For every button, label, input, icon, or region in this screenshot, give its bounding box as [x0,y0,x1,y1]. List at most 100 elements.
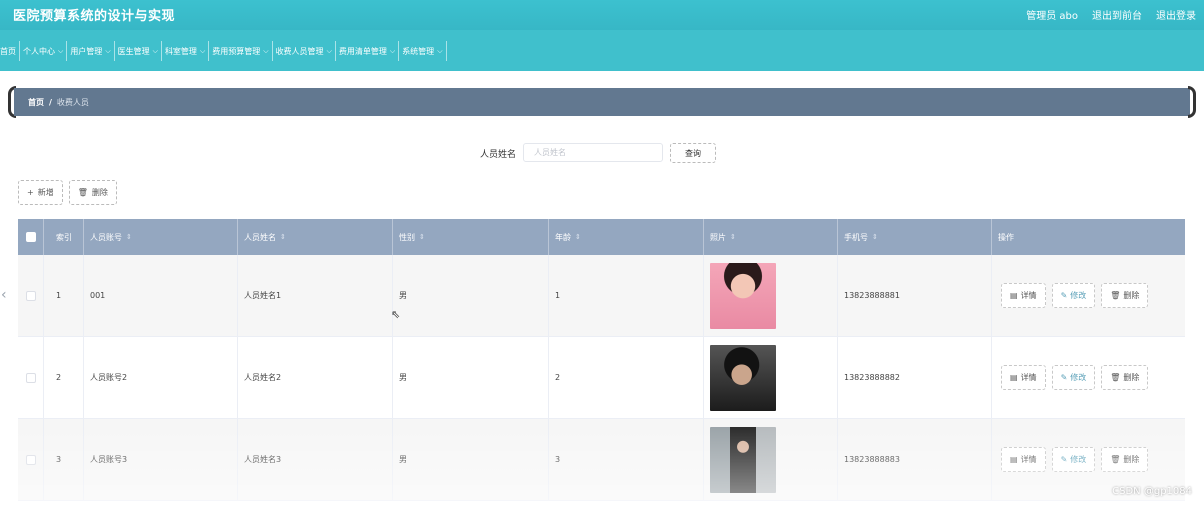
detail-button[interactable]: ▤ 详情 [1001,365,1046,390]
header-phone[interactable]: 手机号 ⇕ [838,219,992,255]
chevron-down-icon: ⌵ [326,46,332,55]
breadcrumb-home-link[interactable]: 首页 [28,97,44,108]
nav-item-budget-management[interactable]: 费用预算管理 ⌵ [209,41,273,61]
pencil-icon: ✎ [1060,373,1068,382]
chevron-down-icon: ⌵ [199,46,206,55]
nav-item-user-management[interactable]: 用户管理 ⌵ [67,41,115,61]
bulk-delete-label: 删除 [91,188,108,197]
query-button[interactable]: 查询 [670,143,716,163]
nav-item-department-management[interactable]: 科室管理 ⌵ [162,41,210,61]
nav-item-home[interactable]: 首页 [0,41,20,61]
app-title: 医院预算系统的设计与实现 [13,9,176,24]
edit-button[interactable]: ✎ 修改 [1051,365,1096,390]
cell-phone: 13823888881 [838,255,992,336]
header-sex[interactable]: 性别 ⇕ [393,219,549,255]
detail-label: 详情 [1020,455,1037,464]
header-age[interactable]: 年龄 ⇕ [549,219,704,255]
header-label: 人员姓名 [244,232,276,242]
trash-icon: 🗑 [1110,373,1121,382]
sort-icon[interactable]: ⇕ [575,233,581,241]
name-search-input[interactable] [523,143,663,162]
mouse-pointer-icon: ⇖ [391,308,401,321]
detail-button[interactable]: ▤ 详情 [1001,447,1046,472]
edit-label: 修改 [1070,373,1087,382]
chevron-left-icon[interactable]: ‹ [1,287,7,303]
chevron-down-icon: ⌵ [389,46,396,55]
logout-link[interactable]: 退出登录 [1156,7,1196,22]
header-name[interactable]: 人员姓名 ⇕ [238,219,393,255]
row-actions: ▤ 详情 ✎ 修改 🗑 删除 [1001,365,1149,390]
add-button-label: 新增 [37,188,54,197]
chevron-down-icon: ⌵ [58,46,64,55]
cell-ops: ▤ 详情 ✎ 修改 🗑 删除 [992,255,1185,336]
breadcrumb-frame: 首页 / 收费人员 [8,86,1196,118]
header-photo[interactable]: 照片 ⇕ [704,219,838,255]
cell-sex: 男 [393,255,549,336]
cell-age: 3 [549,419,704,500]
header-label: 年龄 [555,232,571,242]
sort-icon[interactable]: ⇕ [872,233,878,241]
add-button[interactable]: + 新增 [18,180,63,205]
cell-photo [704,255,838,336]
detail-label: 详情 [1020,373,1037,382]
staff-photo[interactable] [710,344,776,411]
nav-item-cashier-management[interactable]: 收费人员管理 ⌵ [273,41,336,61]
nav-item-system-management[interactable]: 系统管理 ⌵ [399,41,447,61]
nav-item-label: 首页 [0,46,16,56]
nav-item-label: 费用预算管理 [212,46,261,56]
table-row: 1 001 人员姓名1 男 1 13823888881 ▤ 详情 ✎ 修改 🗑 删除 [18,255,1185,337]
pencil-icon: ✎ [1060,455,1068,464]
chevron-down-icon: ⌵ [105,46,111,55]
row-select-cell [18,419,44,500]
bulk-delete-button[interactable]: 🗑 删除 [68,180,117,205]
cell-index: 1 [44,255,84,336]
edit-label: 修改 [1070,291,1087,300]
edit-button[interactable]: ✎ 修改 [1051,447,1096,472]
admin-label: 管理员 abo [1026,11,1078,22]
nav-item-expense-list-management[interactable]: 费用清单管理 ⌵ [336,41,400,61]
table-row: 3 人员账号3 人员姓名3 男 3 13823888883 ▤ 详情 ✎ 修改 🗑 删… [18,419,1185,501]
cell-phone: 13823888882 [838,337,992,418]
table-header: 索引 人员账号 ⇕ 人员姓名 ⇕ 性别 ⇕ 年龄 ⇕ 照片 ⇕ 手机号 ⇕ 操作 [18,219,1185,255]
nav-item-doctor-management[interactable]: 医生管理 ⌵ [115,41,162,61]
document-icon: ▤ [1010,373,1018,382]
header-label: 照片 [710,232,726,242]
cashier-table: 索引 人员账号 ⇕ 人员姓名 ⇕ 性别 ⇕ 年龄 ⇕ 照片 ⇕ 手机号 ⇕ 操作 1 001… [18,219,1185,501]
edit-button[interactable]: ✎ 修改 [1051,283,1096,308]
delete-button[interactable]: 🗑 删除 [1101,283,1149,308]
sort-icon[interactable]: ⇕ [126,233,132,241]
header-account[interactable]: 人员账号 ⇕ [84,219,238,255]
delete-button[interactable]: 🗑 删除 [1101,447,1149,472]
cell-sex: 男 [393,337,549,418]
delete-button[interactable]: 🗑 删除 [1101,365,1149,390]
search-label: 人员姓名 [480,150,517,160]
delete-label: 删除 [1123,373,1140,382]
cell-age: 1 [549,255,704,336]
sort-icon[interactable]: ⇕ [730,233,736,241]
nav-item-label: 费用清单管理 [338,46,387,56]
staff-photo[interactable] [710,426,776,493]
breadcrumb: 首页 / 收费人员 [14,88,1190,116]
nav-item-label: 科室管理 [164,46,197,56]
detail-button[interactable]: ▤ 详情 [1001,283,1046,308]
header-index: 索引 [44,219,84,255]
exit-to-front-link[interactable]: 退出到前台 [1092,7,1142,22]
detail-label: 详情 [1020,291,1037,300]
header-ops: 操作 [998,232,1014,242]
cell-account: 人员账号2 [84,337,238,418]
plus-icon: + [27,188,34,197]
select-all-checkbox[interactable] [25,232,36,242]
staff-photo[interactable] [710,262,776,329]
row-checkbox[interactable] [25,290,36,301]
top-right-links: 管理员 abo 退出到前台 退出登录 [1026,7,1196,22]
sort-icon[interactable]: ⇕ [280,233,286,241]
main-nav: 首页 个人中心 ⌵ 用户管理 ⌵ 医生管理 ⌵ 科室管理 ⌵ 费用预算管理 ⌵ 收费人员管… [0,30,1204,71]
row-checkbox[interactable] [25,454,36,465]
row-checkbox[interactable] [25,372,36,383]
sort-icon[interactable]: ⇕ [419,233,425,241]
trash-icon: 🗑 [1110,455,1121,464]
delete-label: 删除 [1123,291,1140,300]
header-label: 手机号 [844,232,868,242]
top-bar: 医院预算系统的设计与实现 管理员 abo 退出到前台 退出登录 [0,0,1204,30]
nav-item-personal-center[interactable]: 个人中心 ⌵ [20,41,68,61]
